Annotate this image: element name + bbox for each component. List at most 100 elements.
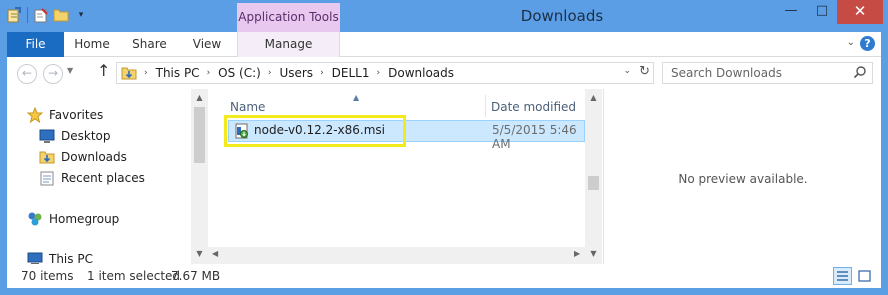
preview-pane: No preview available. [603, 89, 881, 264]
tab-view[interactable]: View [182, 32, 232, 57]
breadcrumb-downloads[interactable]: Downloads [388, 66, 454, 80]
status-selected: 1 item selected [87, 269, 181, 283]
chevron-right-icon[interactable]: › [144, 68, 148, 78]
scroll-right-arrow-icon[interactable]: ▶ [574, 249, 580, 258]
file-list-scrollbar[interactable]: ▲ ▼ [585, 89, 602, 264]
nav-this-pc-label: This PC [49, 252, 93, 264]
nav-favorites-label: Favorites [49, 108, 104, 122]
scrollbar-thumb[interactable] [194, 107, 205, 163]
nav-recent-places[interactable]: Recent places [39, 170, 145, 186]
chevron-right-icon[interactable]: › [377, 68, 381, 78]
breadcrumb-users[interactable]: Users › [279, 66, 331, 80]
status-bar: 70 items 1 item selected 7.67 MB [7, 264, 881, 288]
file-name: node-v0.12.2-x86.msi [254, 123, 386, 137]
nav-homegroup[interactable]: Homegroup [27, 211, 119, 227]
maximize-button[interactable]: □ [807, 0, 837, 24]
folder-icon[interactable] [53, 7, 69, 23]
recent-places-icon [40, 171, 54, 186]
nav-homegroup-label: Homegroup [49, 212, 120, 226]
details-view-icon [837, 271, 848, 281]
file-date-modified: 5/5/2015 5:46 AM [492, 123, 577, 151]
new-folder-icon[interactable] [33, 7, 49, 23]
title-bar: ▾ Application Tools Downloads — □ ✕ [0, 0, 888, 32]
status-item-count: 70 items [21, 269, 74, 283]
nav-downloads-label: Downloads [61, 150, 127, 164]
file-list-horizontal-scrollbar[interactable]: ◀ ▶ [208, 247, 585, 264]
chevron-right-icon[interactable]: › [268, 68, 272, 78]
scroll-up-arrow-icon[interactable]: ▲ [191, 93, 208, 102]
breadcrumb-label: Downloads [388, 66, 455, 80]
navigation-bar: ← → ▼ ↑ › This PC › OS (C:) › Users › DELL1… [7, 57, 881, 89]
large-icons-view-button[interactable] [855, 267, 874, 285]
nav-this-pc[interactable]: This PC [27, 251, 93, 264]
star-icon [27, 107, 43, 123]
search-icon[interactable] [853, 65, 867, 79]
file-list-pane: ▲ Name Date modified node-v0.12.2-x86.ms… [208, 89, 603, 264]
scroll-down-arrow-icon[interactable]: ▼ [191, 249, 208, 258]
nav-pane-scrollbar[interactable]: ▲ ▼ [191, 89, 208, 264]
up-button[interactable]: ↑ [97, 61, 110, 80]
address-bar[interactable]: › This PC › OS (C:) › Users › DELL1 › Downlo… [116, 62, 654, 84]
search-input[interactable] [663, 63, 843, 83]
search-box[interactable] [662, 62, 873, 84]
recent-locations-chevron-icon[interactable]: ▼ [67, 66, 73, 75]
computer-icon [27, 252, 43, 264]
window-bottom-border [0, 288, 888, 295]
back-button[interactable]: ← [17, 64, 37, 84]
breadcrumb-label: This PC [155, 66, 200, 80]
nav-downloads[interactable]: Downloads [39, 149, 127, 165]
forward-button[interactable]: → [43, 64, 63, 84]
scroll-down-arrow-icon[interactable]: ▼ [585, 249, 602, 258]
close-button[interactable]: ✕ [837, 0, 883, 24]
window-title: Downloads [520, 7, 604, 25]
qat-divider [27, 7, 28, 23]
navigation-pane: Favorites Desktop Downloads Recent place… [7, 89, 208, 264]
homegroup-icon [28, 212, 42, 226]
breadcrumb-dell1[interactable]: DELL1 › [332, 66, 388, 80]
downloads-folder-icon [121, 67, 137, 80]
customize-toolbar-icon[interactable]: ▾ [73, 7, 89, 23]
column-header-date-modified[interactable]: Date modified [491, 97, 576, 117]
desktop-icon [39, 129, 55, 143]
scroll-up-arrow-icon[interactable]: ▲ [585, 93, 602, 102]
tab-home[interactable]: Home [67, 32, 117, 57]
column-divider[interactable] [485, 95, 486, 117]
address-history-dropdown-icon[interactable]: ⌄ [623, 66, 631, 76]
chevron-right-icon[interactable]: › [207, 68, 211, 78]
preview-message: No preview available. [678, 172, 808, 186]
breadcrumb-root-chevron[interactable]: › [137, 68, 156, 78]
large-icons-view-icon [858, 270, 871, 282]
downloads-folder-icon [39, 151, 55, 164]
sort-ascending-icon: ▲ [353, 93, 360, 102]
minimize-button[interactable]: — [776, 0, 806, 24]
scroll-left-arrow-icon[interactable]: ◀ [212, 249, 218, 258]
explorer-window: ▾ Application Tools Downloads — □ ✕ File… [0, 0, 888, 295]
details-view-button[interactable] [833, 267, 852, 285]
msi-installer-icon [235, 123, 248, 139]
nav-desktop-label: Desktop [61, 129, 111, 143]
quick-access-toolbar: ▾ [6, 7, 89, 23]
chevron-right-icon[interactable]: › [320, 68, 324, 78]
nav-favorites[interactable]: Favorites [27, 107, 103, 123]
properties-icon[interactable] [6, 7, 22, 23]
status-size: 7.67 MB [171, 269, 221, 283]
help-icon[interactable]: ? [860, 36, 875, 51]
scrollbar-thumb[interactable] [588, 176, 599, 190]
tab-manage[interactable]: Manage [237, 32, 340, 57]
ribbon-tabs: File Home Share View Manage ⌄ ? [7, 32, 881, 57]
refresh-icon[interactable]: ↻ [639, 64, 650, 79]
breadcrumb-this-pc[interactable]: This PC › [156, 66, 219, 80]
file-row-selected[interactable]: node-v0.12.2-x86.msi 5/5/2015 5:46 AM [228, 120, 585, 151]
content-area: Favorites Desktop Downloads Recent place… [7, 89, 881, 264]
nav-desktop[interactable]: Desktop [39, 128, 111, 144]
expand-ribbon-icon[interactable]: ⌄ [847, 37, 855, 48]
breadcrumb-os-c[interactable]: OS (C:) › [218, 66, 279, 80]
breadcrumb-label: DELL1 [331, 66, 370, 80]
column-header-name[interactable]: Name [230, 97, 265, 117]
breadcrumb-label: Users [279, 66, 314, 80]
nav-recent-places-label: Recent places [61, 171, 145, 185]
tab-share[interactable]: Share [122, 32, 177, 57]
tab-file[interactable]: File [7, 32, 64, 57]
application-tools-context-tab: Application Tools [237, 3, 340, 32]
breadcrumb-label: OS (C:) [218, 66, 261, 80]
